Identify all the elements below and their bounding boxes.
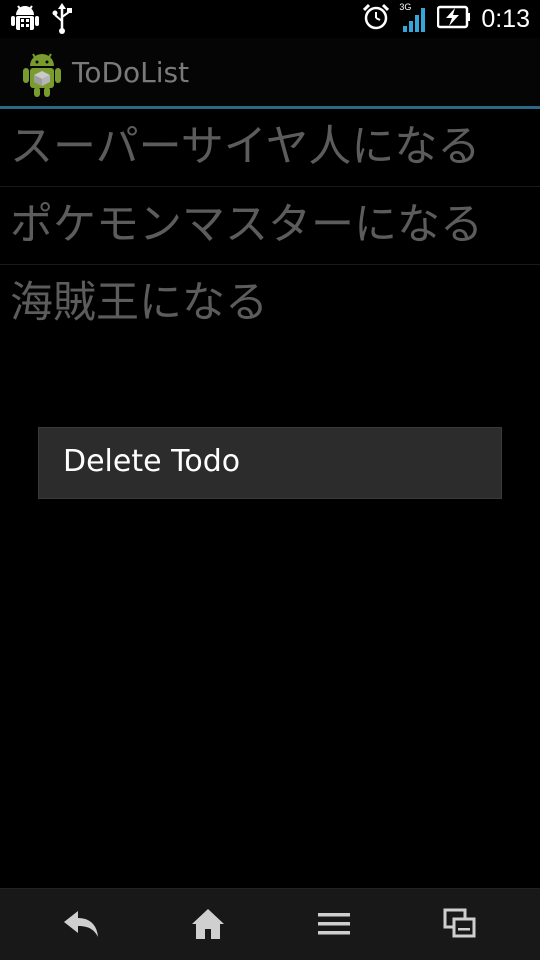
navigation-bar <box>0 888 540 960</box>
android-debug-icon <box>10 3 40 39</box>
home-icon[interactable] <box>178 899 238 949</box>
back-icon[interactable] <box>52 899 112 949</box>
menu-item-label: Delete Todo <box>63 444 241 479</box>
recent-apps-icon[interactable] <box>430 899 490 949</box>
alarm-icon <box>363 3 390 35</box>
status-bar: 3G 0:13 <box>0 0 540 38</box>
signal-icon: 3G <box>399 2 427 34</box>
context-menu: Delete Todo <box>38 427 502 499</box>
menu-icon[interactable] <box>304 899 364 949</box>
clock: 0:13 <box>481 5 530 33</box>
battery-charging-icon <box>437 5 471 33</box>
usb-icon <box>50 3 74 39</box>
delete-todo-menu-item[interactable]: Delete Todo <box>39 428 501 498</box>
